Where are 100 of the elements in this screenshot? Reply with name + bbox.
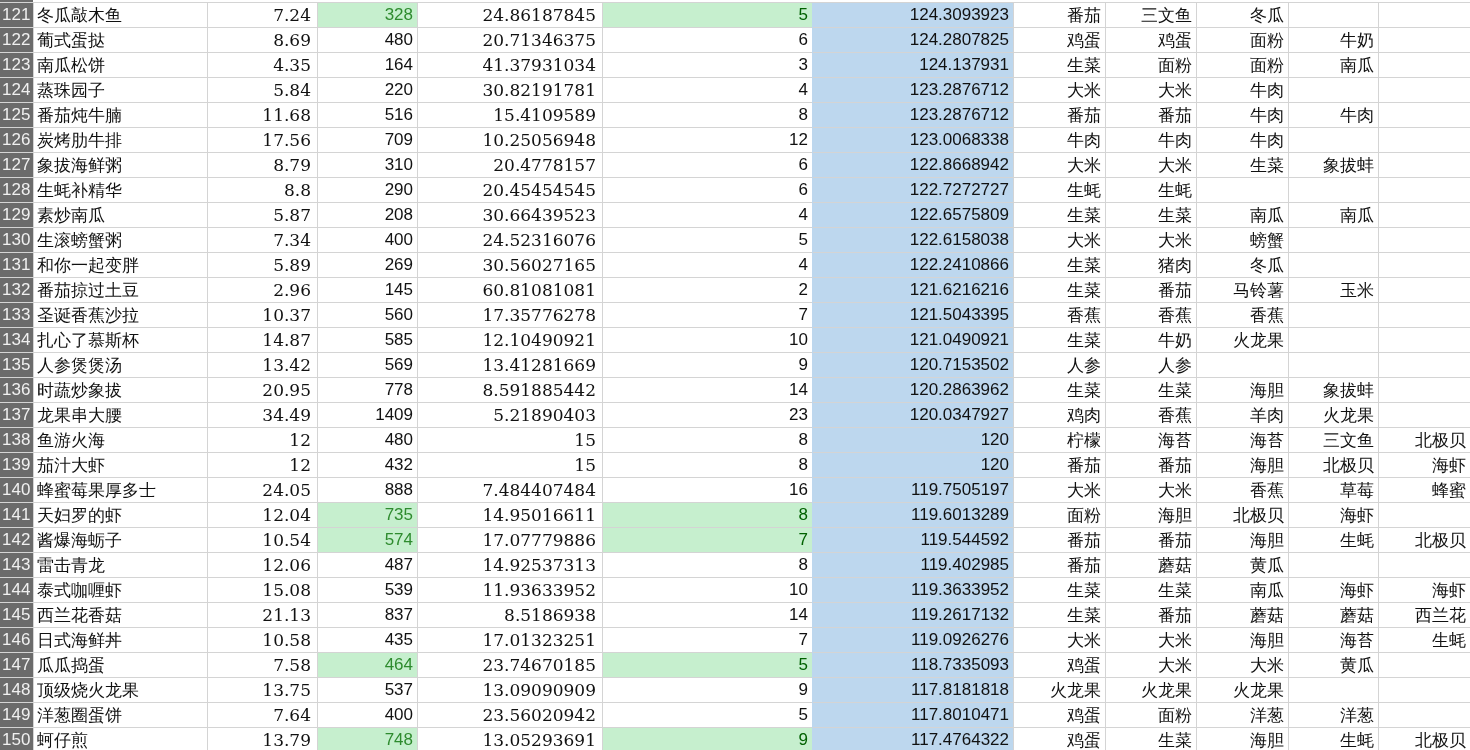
row-number: 142: [0, 528, 33, 552]
row-number: 132: [0, 278, 33, 302]
table-cell-text: 13.09090909: [481, 679, 597, 702]
table-cell-text: 番茄炖牛腩: [36, 104, 123, 127]
table-cell-text: 5.87: [272, 204, 312, 227]
table-cell: 117.8181818: [812, 678, 1013, 702]
row-number: 150: [0, 728, 33, 750]
table-cell-text: 8: [797, 104, 809, 126]
table-cell-text: 南瓜: [1339, 54, 1375, 77]
table-cell-text: 洋葱圈蛋饼: [36, 704, 123, 727]
table-cell-text: 牛肉: [1066, 129, 1102, 152]
table-cell-text: 鸡蛋: [1066, 704, 1102, 727]
row-number: 130: [0, 228, 33, 252]
table-cell-text: 6: [797, 179, 809, 201]
table-cell-text: 鸡蛋: [1157, 29, 1193, 52]
table-cell-text: 香蕉: [1066, 304, 1102, 327]
table-cell: 117.8010471: [812, 703, 1013, 727]
table-cell-text: 海虾: [1339, 504, 1375, 527]
table-cell-text: 生蚝: [1066, 179, 1102, 202]
table-cell-text: 13.79: [261, 729, 312, 750]
table-cell-text: 12.10490921: [481, 329, 597, 352]
table-cell-text: 蜂蜜: [1431, 479, 1467, 502]
table-cell-text: 17.01323251: [481, 629, 597, 652]
row-number: 139: [0, 453, 33, 477]
table-cell-text: 牛肉: [1249, 129, 1285, 152]
table-cell-text: 牛奶: [1339, 29, 1375, 52]
table-cell-text: 24.52316076: [481, 229, 597, 252]
table-cell: 120.0347927: [812, 403, 1013, 427]
table-cell-text: 面粉: [1157, 704, 1193, 727]
table-cell-text: 泰式咖喱虾: [36, 579, 123, 602]
table-cell-text: 837: [383, 604, 414, 626]
table-cell: 122.6575809: [812, 203, 1013, 227]
table-cell-text: 9: [797, 679, 809, 701]
table-cell-text: 生菜: [1249, 154, 1285, 177]
table-cell-text: 冬瓜: [1249, 254, 1285, 277]
table-cell-text: 南瓜: [1339, 204, 1375, 227]
row-number: 135: [0, 353, 33, 377]
table-cell-text: 象拔海鲜粥: [36, 154, 123, 177]
table-cell-text: 23.74670185: [481, 654, 597, 677]
table-cell: 119.402985: [812, 553, 1013, 577]
table-cell-text: 400: [383, 704, 414, 726]
table-cell-text: 14.92537313: [481, 554, 597, 577]
table-cell-text: 4.35: [272, 54, 312, 77]
table-cell-text: 9: [797, 354, 809, 376]
table-cell: 122.8668942: [812, 153, 1013, 177]
table-cell-text: 蘑菇: [1249, 604, 1285, 627]
table-cell-text: 生滚螃蟹粥: [36, 229, 123, 252]
table-cell-text: 南瓜松饼: [36, 54, 106, 77]
table-cell-text: 番茄: [1157, 454, 1193, 477]
table-cell-text: 海虾: [1431, 454, 1467, 477]
table-cell-text: 火龙果: [1232, 679, 1285, 702]
table-cell-text: 20.71346375: [481, 29, 597, 52]
table-cell-text: 17.07779886: [481, 529, 597, 552]
table-cell-text: 海胆: [1249, 529, 1285, 552]
table-cell-text: 145: [383, 279, 414, 301]
table-cell-text: 10.54: [261, 529, 312, 552]
table-cell-text: 和你一起变胖: [36, 254, 140, 277]
table-cell-text: 海苔: [1157, 429, 1193, 452]
table-cell-text: 番茄掠过土豆: [36, 279, 140, 302]
row-number: 147: [0, 653, 33, 677]
table-cell-text: 生蚝: [1339, 729, 1375, 750]
table-cell-text: 10.58: [261, 629, 312, 652]
table-cell-text: 番茄: [1157, 104, 1193, 127]
table-cell-text: 日式海鲜丼: [36, 629, 123, 652]
table-cell-text: 生蚝: [1157, 179, 1193, 202]
table-cell-text: 709: [383, 129, 414, 151]
table-cell-text: 蘑菇: [1339, 604, 1375, 627]
table-cell-text: 10: [788, 329, 809, 351]
table-cell-text: 香蕉: [1157, 404, 1193, 427]
row-number: 137: [0, 403, 33, 427]
table-cell-text: 鸡蛋: [1066, 729, 1102, 750]
table-cell-text: 7.484407484: [481, 479, 597, 502]
table-cell-text: 鱼游火海: [36, 429, 106, 452]
table-cell-text: 大米: [1157, 229, 1193, 252]
table-cell-text: 大米: [1157, 79, 1193, 102]
table-cell-text: 8: [797, 554, 809, 576]
table-cell: 122.2410866: [812, 253, 1013, 277]
table-cell-text: 20.4778157: [492, 154, 597, 177]
table-cell-text: 海胆: [1249, 629, 1285, 652]
table-cell-text: 牛肉: [1249, 79, 1285, 102]
table-cell-text: 大米: [1157, 154, 1193, 177]
table-cell-text: 西兰花香菇: [36, 604, 123, 627]
table-cell-text: 21.13: [261, 604, 312, 627]
table-cell-text: 海胆: [1249, 729, 1285, 750]
row-number: 126: [0, 128, 33, 152]
table-cell-text: 草莓: [1339, 479, 1375, 502]
table-cell-text: 20.95: [261, 379, 312, 402]
table-cell: 119.2617132: [812, 603, 1013, 627]
table-cell-text: 蚵仔煎: [36, 729, 89, 750]
row-number: 127: [0, 153, 33, 177]
table-cell-text: 大米: [1066, 479, 1102, 502]
table-cell-text: 487: [383, 554, 414, 576]
table-cell-text: 大米: [1249, 654, 1285, 677]
table-cell-text: 23: [788, 404, 809, 426]
table-cell-text: 牛肉: [1249, 104, 1285, 127]
table-cell-text: 13.41281669: [481, 354, 597, 377]
row-number: 128: [0, 178, 33, 202]
table-cell-text: 11.68: [261, 104, 312, 127]
row-number: 143: [0, 553, 33, 577]
table-cell-text: 蜂蜜莓果厚多士: [36, 479, 157, 502]
